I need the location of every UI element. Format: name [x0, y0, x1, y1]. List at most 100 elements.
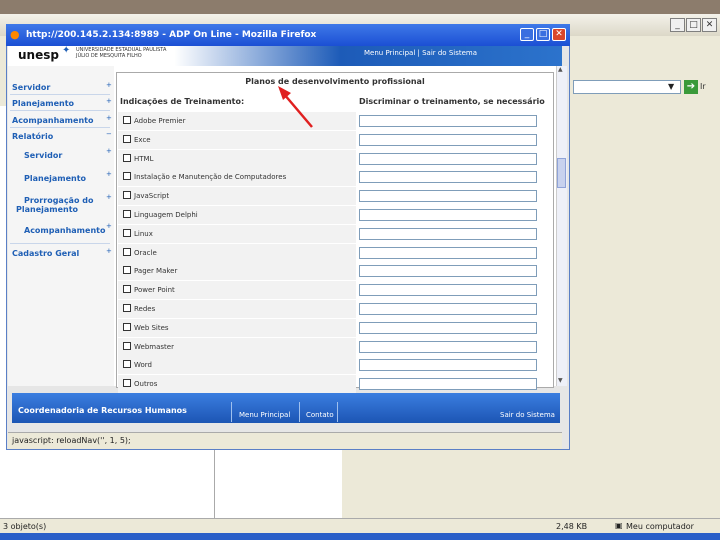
footer-divider	[231, 402, 232, 422]
footer-link-contato[interactable]: Contato	[306, 411, 334, 419]
collapse-icon[interactable]: −	[106, 130, 112, 138]
training-checkbox[interactable]	[123, 116, 131, 124]
table-row	[118, 150, 356, 168]
training-detail-input[interactable]	[359, 341, 537, 353]
unesp-logo: unesp	[18, 48, 59, 62]
close-icon[interactable]: ✕	[702, 18, 717, 32]
popup-close-icon[interactable]: ✕	[552, 28, 566, 41]
minimize-icon[interactable]: _	[670, 18, 685, 32]
training-label: JavaScript	[134, 192, 170, 200]
training-checkbox[interactable]	[123, 229, 131, 237]
training-checkbox[interactable]	[123, 266, 131, 274]
training-detail-input[interactable]	[359, 265, 537, 277]
expand-icon[interactable]: +	[106, 193, 112, 201]
computer-icon: ▣	[615, 521, 623, 530]
training-detail-input[interactable]	[359, 359, 537, 371]
training-checkbox[interactable]	[123, 304, 131, 312]
training-checkbox[interactable]	[123, 379, 131, 387]
sidebar-item-servidor[interactable]: Servidor	[12, 83, 50, 92]
footer-link-sair[interactable]: Sair do Sistema	[500, 411, 555, 419]
sidebar-item-relatorio-acompanhamento[interactable]: Acompanhamento	[24, 226, 105, 235]
training-label: Power Point	[134, 286, 175, 294]
sidebar-item-relatorio[interactable]: Relatório	[12, 132, 53, 141]
divider	[10, 94, 110, 95]
logo-subtitle-2: JÚLIO DE MESQUITA FILHO	[76, 53, 142, 59]
top-menu-links[interactable]: Menu Principal | Sair do Sistema	[364, 49, 477, 57]
training-label: Outros	[134, 380, 158, 388]
popup-maximize-icon[interactable]: □	[536, 28, 550, 41]
expand-icon[interactable]: +	[106, 147, 112, 155]
training-checkbox[interactable]	[123, 248, 131, 256]
sidebar-item-acompanhamento[interactable]: Acompanhamento	[12, 116, 93, 125]
annotation-arrow-icon	[278, 86, 313, 128]
divider	[10, 110, 110, 111]
expand-icon[interactable]: +	[106, 247, 112, 255]
sidebar-item-relatorio-servidor[interactable]: Servidor	[24, 151, 62, 160]
expand-icon[interactable]: +	[106, 222, 112, 230]
training-checkbox[interactable]	[123, 191, 131, 199]
popup-title: http://200.145.2.134:8989 - ADP On Line …	[26, 30, 317, 40]
footer-divider	[337, 402, 338, 422]
training-detail-input[interactable]	[359, 322, 537, 334]
training-label: Word	[134, 361, 152, 369]
training-detail-input[interactable]	[359, 209, 537, 221]
training-detail-input[interactable]	[359, 303, 537, 315]
status-objects: 3 objeto(s)	[3, 522, 47, 531]
training-checkbox[interactable]	[123, 360, 131, 368]
training-label: Adobe Premier	[134, 117, 186, 125]
table-row	[118, 131, 356, 149]
go-arrow-icon[interactable]: ➔	[684, 80, 698, 94]
table-row	[118, 356, 356, 374]
address-bar[interactable]	[573, 80, 681, 94]
training-checkbox[interactable]	[123, 323, 131, 331]
vertical-scrollbar[interactable]	[556, 66, 567, 386]
sidebar-item-relatorio-planejamento[interactable]: Planejamento	[24, 174, 86, 183]
training-label: HTML	[134, 155, 154, 163]
training-detail-input[interactable]	[359, 228, 537, 240]
expand-icon[interactable]: +	[106, 81, 112, 89]
scroll-down-icon[interactable]: ▼	[558, 377, 563, 384]
table-row	[118, 225, 356, 243]
sidebar-item-relatorio-prorrogacao-2[interactable]: Planejamento	[16, 205, 78, 214]
training-detail-input[interactable]	[359, 153, 537, 165]
logo-star-icon: ✦	[62, 45, 71, 56]
training-detail-input[interactable]	[359, 190, 537, 202]
training-label: Pager Maker	[134, 267, 178, 275]
sidebar-item-relatorio-prorrogacao[interactable]: Prorrogação do	[24, 196, 93, 205]
sidebar-item-cadastro-geral[interactable]: Cadastro Geral	[12, 249, 79, 258]
popup-status-bar: javascript: reloadNav('', 1, 5);	[8, 432, 562, 449]
training-detail-input[interactable]	[359, 284, 537, 296]
go-button[interactable]: Ir	[700, 82, 706, 91]
training-detail-input[interactable]	[359, 247, 537, 259]
training-checkbox[interactable]	[123, 342, 131, 350]
chevron-down-icon[interactable]: ▼	[668, 82, 674, 91]
training-checkbox[interactable]	[123, 285, 131, 293]
training-label: Oracle	[134, 249, 157, 257]
popup-minimize-icon[interactable]: _	[520, 28, 534, 41]
footer-link-menu-principal[interactable]: Menu Principal	[239, 411, 290, 419]
training-checkbox[interactable]	[123, 210, 131, 218]
expand-icon[interactable]: +	[106, 97, 112, 105]
scroll-up-icon[interactable]: ▲	[558, 66, 563, 73]
training-detail-input[interactable]	[359, 115, 537, 127]
training-label: Instalação e Manutenção de Computadores	[134, 173, 287, 181]
expand-icon[interactable]: +	[106, 170, 112, 178]
expand-icon[interactable]: +	[106, 114, 112, 122]
training-checkbox[interactable]	[123, 154, 131, 162]
training-label: Linux	[134, 230, 153, 238]
training-label: Linguagem Delphi	[134, 211, 198, 219]
sidebar-item-planejamento[interactable]: Planejamento	[12, 99, 74, 108]
status-zone: Meu computador	[626, 522, 694, 531]
training-detail-input[interactable]	[359, 134, 537, 146]
training-checkbox[interactable]	[123, 172, 131, 180]
training-checkbox[interactable]	[123, 135, 131, 143]
maximize-icon[interactable]: □	[686, 18, 701, 32]
form-title: Planos de desenvolvimento profissional	[245, 77, 425, 86]
divider	[10, 243, 110, 244]
column-header-discriminar: Discriminar o treinamento, se necessário	[359, 97, 545, 106]
training-detail-input[interactable]	[359, 378, 537, 390]
background-status-bar: 3 objeto(s) 2,48 KB ▣ Meu computador	[0, 518, 720, 534]
divider	[10, 127, 110, 128]
scroll-thumb[interactable]	[557, 158, 566, 188]
training-detail-input[interactable]	[359, 171, 537, 183]
